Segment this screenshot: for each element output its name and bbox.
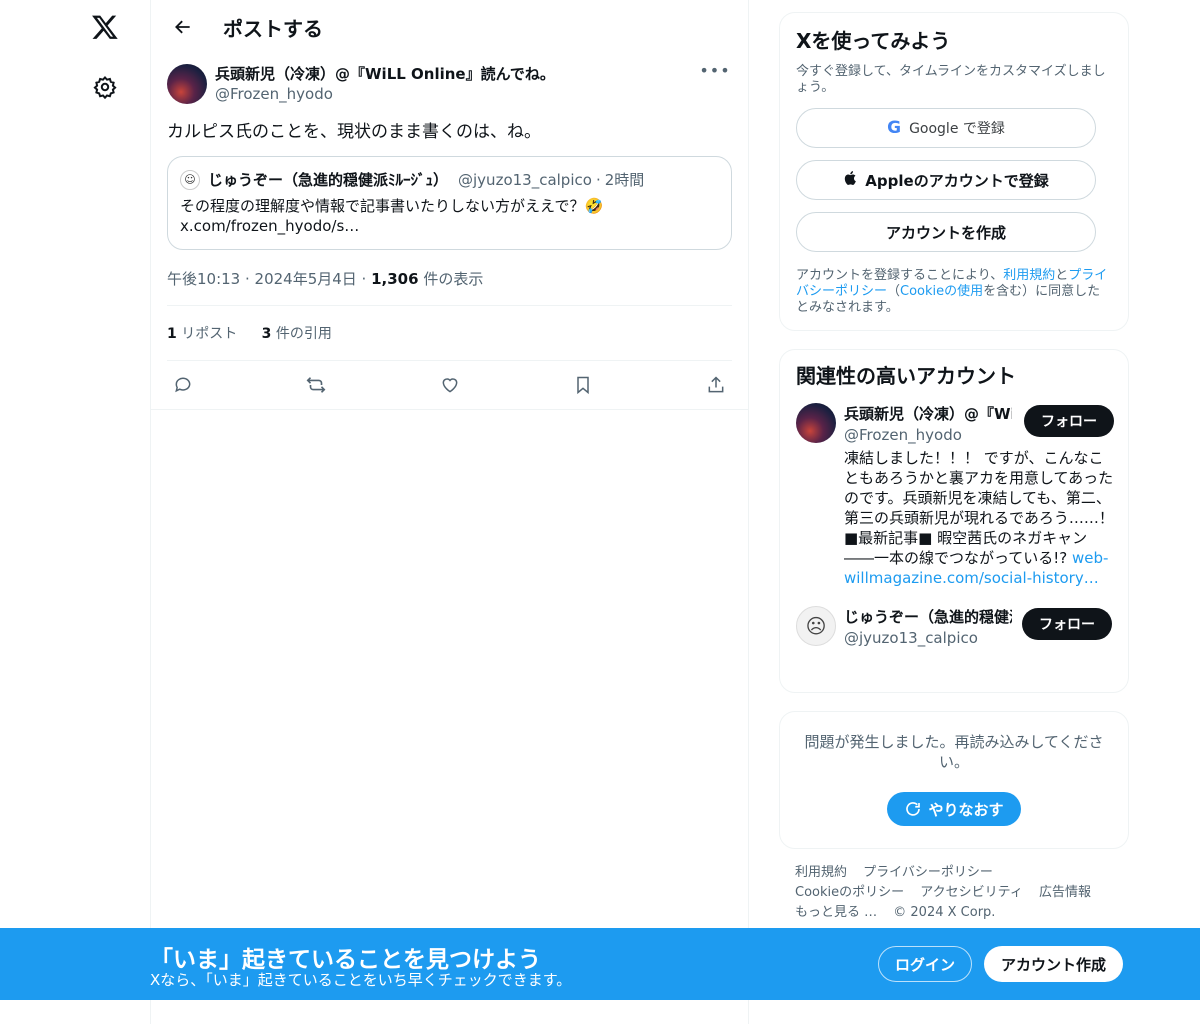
- repost-icon[interactable]: [304, 373, 328, 397]
- quote-time: 2時間: [604, 171, 645, 189]
- author-name[interactable]: 兵頭新児（冷凍）@『WiLL Online』読んでね。: [215, 64, 698, 84]
- google-icon: G: [887, 118, 902, 138]
- views-count: 1,306: [371, 270, 419, 288]
- post-meta: 午後10:13 · 2024年5月4日 · 1,306 件の表示: [167, 250, 732, 306]
- reposts-stat[interactable]: 1 リポスト: [167, 326, 237, 342]
- account-handle[interactable]: @Frozen_hyodo: [844, 426, 1012, 444]
- post-stats: 1 リポスト 3 件の引用: [167, 306, 732, 361]
- account-bio: 凍結しました！！！ ですが、こんなこともあろうかと裏アカを用意してあったのです。…: [844, 448, 1114, 588]
- footer-terms[interactable]: 利用規約: [795, 865, 847, 880]
- post: 兵頭新児（冷凍）@『WiLL Online』読んでね。 @Frozen_hyod…: [151, 54, 748, 410]
- footer-more[interactable]: もっと見る …: [795, 905, 877, 920]
- reply-icon[interactable]: [171, 373, 195, 397]
- post-timestamp[interactable]: 午後10:13 · 2024年5月4日 ·: [167, 270, 371, 288]
- post-text: カルピス氏のことを、現状のまま書くのは、ね。: [167, 122, 541, 142]
- account-avatar[interactable]: ☹: [796, 606, 836, 646]
- google-signup-label: Google で登録: [909, 121, 1005, 137]
- gear-icon[interactable]: [86, 68, 124, 106]
- apple-icon: [843, 169, 859, 191]
- account-head: じゅうぞー（急進的穏健派ﾐﾙｰｼﾞｭ） @jyuzo13_calpico フォロ…: [844, 606, 1112, 647]
- more-options-icon[interactable]: •••: [698, 63, 732, 84]
- quoted-post[interactable]: ☺ じゅうぞー（急進的穏健派ﾐﾙｰｼﾞｭ） @jyuzo13_calpico ·…: [167, 156, 732, 250]
- create-account-button[interactable]: アカウントを作成: [796, 212, 1096, 252]
- follow-button[interactable]: フォロー: [1022, 608, 1112, 640]
- banner-subtitle: Xなら、「いま」起きていることをいち早くチェックできます。: [150, 971, 572, 989]
- page-title: ポストする: [223, 16, 323, 41]
- quotes-label: 件の引用: [271, 326, 332, 342]
- relevant-title: 関連性の高いアカウント: [796, 364, 1016, 388]
- back-arrow-icon[interactable]: [165, 9, 201, 45]
- account-details: 兵頭新児（冷凍）@『WiLL Online』読んでね。 @Frozen_hyod…: [844, 403, 1114, 588]
- signup-title: Xを使ってみよう: [796, 29, 951, 53]
- retry-label: やりなおす: [928, 800, 1004, 819]
- account-names: 兵頭新児（冷凍）@『WiLL Online』読んでね。 @Frozen_hyod…: [844, 403, 1012, 444]
- right-sidebar: Xを使ってみよう 今すぐ登録して、タイムラインをカスタマイズしましょう。 G G…: [779, 12, 1129, 923]
- error-message: 問題が発生しました。再読み込みしてください。: [804, 733, 1104, 771]
- account-item[interactable]: 兵頭新児（冷凍）@『WiLL Online』読んでね。 @Frozen_hyod…: [796, 389, 1114, 588]
- views-label: 件の表示: [418, 270, 484, 288]
- account-details: じゅうぞー（急進的穏健派ﾐﾙｰｼﾞｭ） @jyuzo13_calpico フォロ…: [844, 606, 1112, 647]
- account-handle[interactable]: @jyuzo13_calpico: [844, 629, 1012, 647]
- signup-subtitle: 今すぐ登録して、タイムラインをカスタマイズしましょう。: [796, 64, 1106, 95]
- account-name[interactable]: じゅうぞー（急進的穏健派ﾐﾙｰｼﾞｭ）: [844, 606, 1012, 627]
- apple-signup-label: Appleのアカウントで登録: [865, 171, 1049, 190]
- quote-author-name: じゅうぞー（急進的穏健派ﾐﾙｰｼﾞｭ）: [208, 171, 449, 189]
- apple-signup-button[interactable]: Appleのアカウントで登録: [796, 160, 1096, 200]
- share-icon[interactable]: [704, 373, 728, 397]
- author-handle[interactable]: @Frozen_hyodo: [215, 84, 698, 104]
- x-logo-icon[interactable]: [86, 8, 124, 46]
- login-button[interactable]: ログイン: [878, 946, 972, 982]
- signup-button[interactable]: アカウント作成: [984, 946, 1123, 982]
- like-icon[interactable]: [438, 373, 462, 397]
- quote-header: ☺ じゅうぞー（急進的穏健派ﾐﾙｰｼﾞｭ） @jyuzo13_calpico ·…: [180, 169, 719, 190]
- terms-link[interactable]: 利用規約: [1003, 268, 1055, 283]
- account-names: じゅうぞー（急進的穏健派ﾐﾙｰｼﾞｭ） @jyuzo13_calpico: [844, 606, 1012, 647]
- left-nav: [0, 0, 150, 1024]
- follow-button[interactable]: フォロー: [1024, 405, 1114, 437]
- author-info: 兵頭新児（冷凍）@『WiLL Online』読んでね。 @Frozen_hyod…: [215, 64, 698, 104]
- legal-mid: （: [887, 284, 901, 299]
- account-avatar[interactable]: [796, 403, 836, 443]
- google-signup-button[interactable]: G Google で登録: [796, 108, 1096, 148]
- main-column: ポストする 兵頭新児（冷凍）@『WiLL Online』読んでね。 @Froze…: [150, 0, 749, 1024]
- cookie-link[interactable]: Cookieの使用: [900, 284, 983, 299]
- footer-copyright: © 2024 X Corp.: [893, 905, 996, 920]
- page: ポストする 兵頭新児（冷凍）@『WiLL Online』読んでね。 @Froze…: [0, 0, 1200, 1024]
- bookmark-icon[interactable]: [571, 373, 595, 397]
- quotes-stat[interactable]: 3 件の引用: [262, 326, 332, 342]
- reposts-count: 1: [167, 326, 177, 342]
- quote-avatar: ☺: [180, 169, 200, 190]
- account-head: 兵頭新児（冷凍）@『WiLL Online』読んでね。 @Frozen_hyod…: [844, 403, 1114, 444]
- account-name[interactable]: 兵頭新児（冷凍）@『WiLL Online』読んでね。: [844, 403, 1012, 424]
- legal-pre: アカウントを登録することにより、: [796, 268, 1004, 283]
- reposts-label: リポスト: [176, 326, 238, 342]
- author-row: 兵頭新児（冷凍）@『WiLL Online』読んでね。 @Frozen_hyod…: [167, 63, 732, 104]
- quotes-count: 3: [261, 326, 272, 342]
- relevant-accounts-card: 関連性の高いアカウント 兵頭新児（冷凍）@『WiLL Online』読んでね。 …: [779, 349, 1129, 693]
- error-card: 問題が発生しました。再読み込みしてください。 やりなおす: [779, 711, 1129, 849]
- legal-and: と: [1055, 268, 1069, 283]
- quote-text: その程度の理解度や情報で記事書いたりしない方がええで？🤣 x.com/froze…: [180, 196, 719, 236]
- signup-card: Xを使ってみよう 今すぐ登録して、タイムラインをカスタマイズしましょう。 G G…: [779, 12, 1129, 331]
- footer-privacy[interactable]: プライバシーポリシー: [863, 865, 993, 880]
- footer-cookie[interactable]: Cookieのポリシー: [795, 885, 904, 900]
- quote-text-line: その程度の理解度や情報で記事書いたりしない方がええで？🤣: [180, 197, 604, 215]
- footer-ads[interactable]: 広告情報: [1039, 885, 1091, 900]
- footer-links: 利用規約 プライバシーポリシー Cookieのポリシー アクセシビリティ 広告情…: [779, 863, 1129, 923]
- quote-author-handle: @jyuzo13_calpico: [458, 170, 592, 189]
- signup-banner: 「いま」起きていることを見つけよう Xなら、「いま」起きていることをいち早くチェ…: [0, 928, 1200, 1000]
- legal-text: アカウントを登録することにより、利用規約とプライバシーポリシー（Cookieの使…: [796, 268, 1112, 316]
- footer-accessibility[interactable]: アクセシビリティ: [920, 885, 1023, 900]
- action-bar: [151, 361, 748, 410]
- refresh-icon: [904, 800, 922, 818]
- retry-button[interactable]: やりなおす: [887, 792, 1021, 826]
- header: ポストする: [151, 0, 748, 54]
- account-item[interactable]: ☹ じゅうぞー（急進的穏健派ﾐﾙｰｼﾞｭ） @jyuzo13_calpico フ…: [796, 588, 1112, 647]
- quote-link: x.com/frozen_hyodo/s…: [180, 217, 360, 235]
- quote-separator: ·: [595, 170, 601, 189]
- author-avatar[interactable]: [167, 64, 207, 104]
